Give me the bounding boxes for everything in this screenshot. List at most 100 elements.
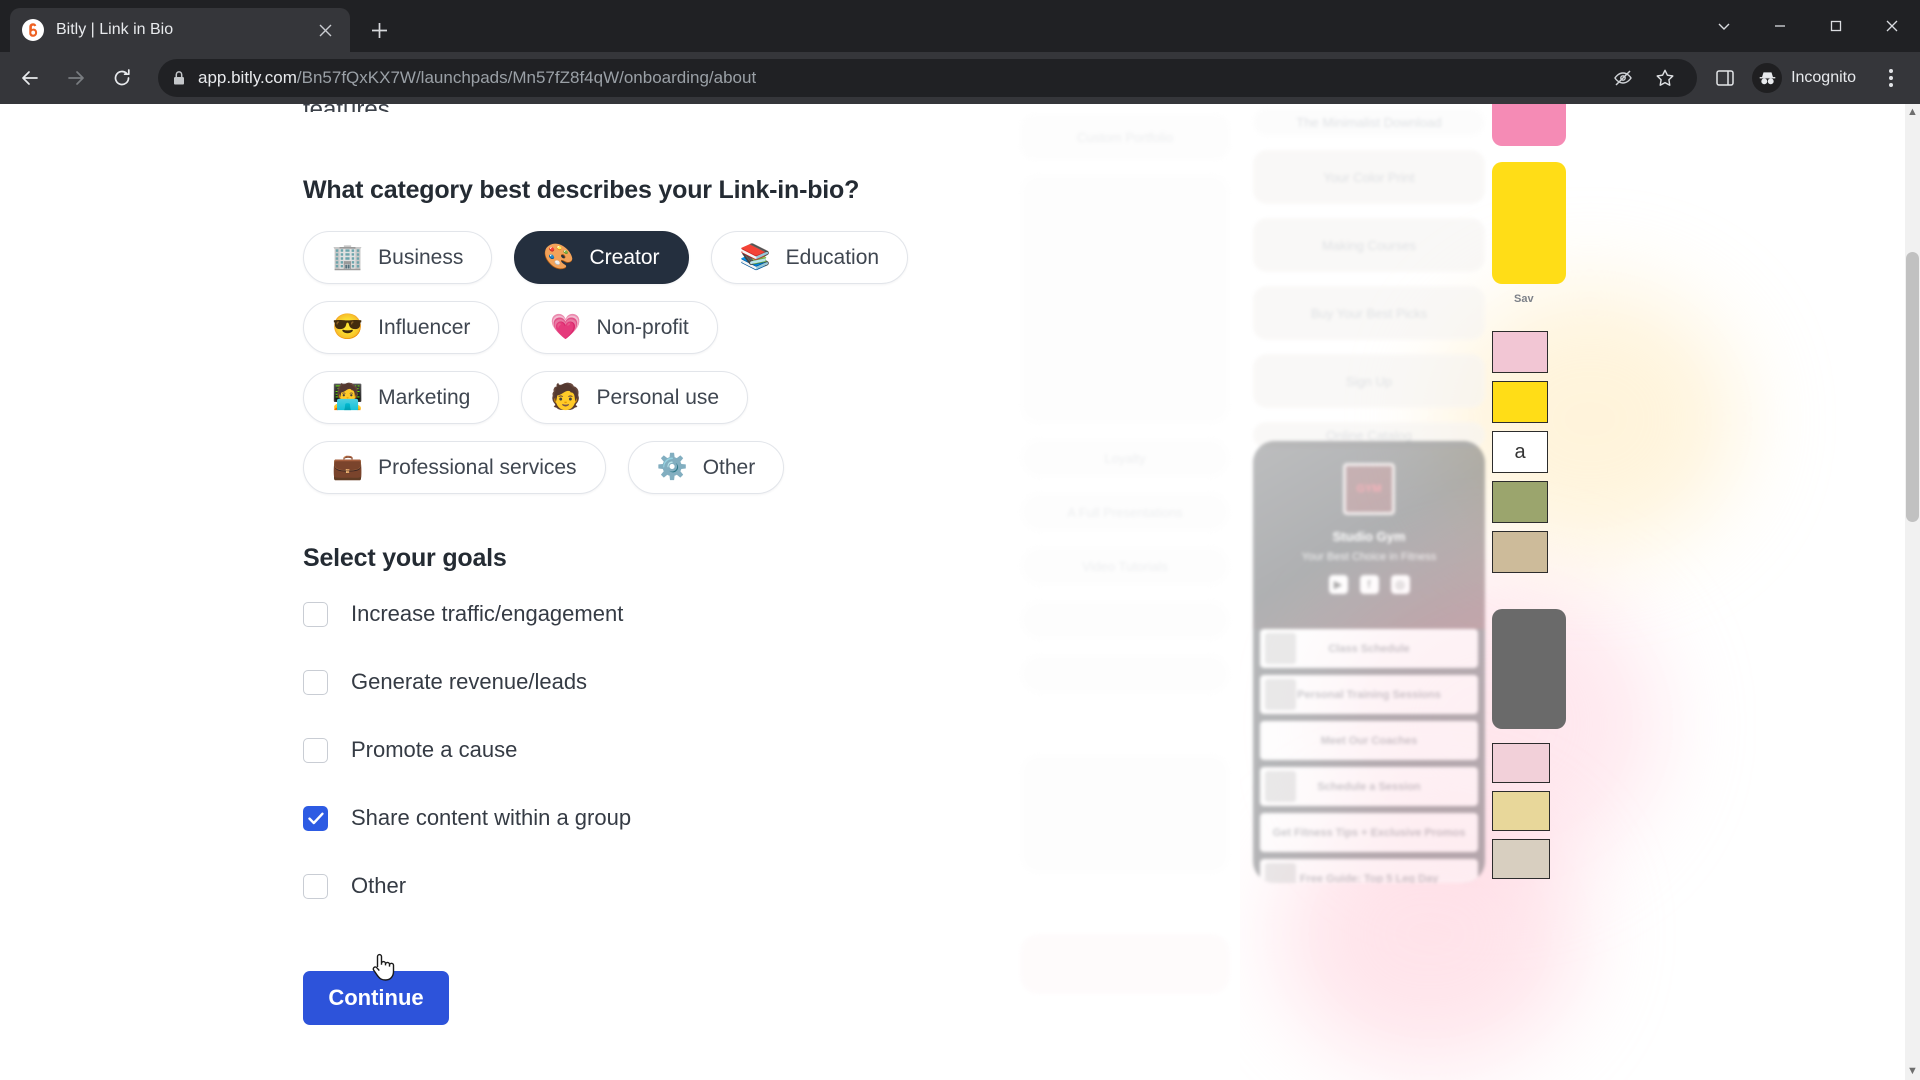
tab-strip: Bitly | Link in Bio [0, 0, 1920, 52]
preview-link-label: Meet Our Coaches [1320, 734, 1418, 747]
checkbox-increase-traffic[interactable] [303, 601, 328, 627]
new-tab-button[interactable] [362, 13, 396, 47]
eye-slash-icon[interactable] [1605, 60, 1641, 96]
chip-row: 🧑‍💻 Marketing 🧑 Personal use [303, 371, 943, 424]
browser-toolbar: app.bitly.com/Bn57fQxKX7W/launchpads/Mn5… [0, 52, 1920, 104]
category-chip-non-profit[interactable]: 💗 Non-profit [521, 301, 718, 354]
list-item: Buy Your Best Picks [1253, 286, 1485, 340]
onboarding-form: features. What category best describes y… [0, 104, 1240, 1025]
goal-row-other[interactable]: Other [303, 867, 1240, 905]
chip-label: Non-profit [596, 315, 689, 339]
thumbnail-image [1492, 104, 1566, 146]
growing-heart-emoji: 💗 [550, 313, 582, 341]
side-panel-icon[interactable] [1707, 60, 1743, 96]
category-chip-education[interactable]: 📚 Education [710, 231, 909, 284]
preview-link: Schedule a Session [1260, 767, 1478, 806]
chip-label: Business [378, 245, 464, 269]
tab-title: Bitly | Link in Bio [56, 21, 174, 38]
goal-row-increase-traffic[interactable]: Increase traffic/engagement [303, 595, 1240, 633]
url-host: app.bitly.com [198, 68, 297, 87]
preview-hero: GYM Studio Gym Your Best Choice in Fitne… [1253, 441, 1485, 629]
reload-icon[interactable] [102, 58, 142, 98]
chip-label: Professional services [378, 455, 577, 479]
books-emoji: 📚 [739, 243, 771, 271]
page-scrollbar-thumb[interactable] [1906, 252, 1919, 522]
three-dots-menu-icon[interactable] [1872, 59, 1910, 97]
page-scrollbar-track[interactable]: ▲ ▼ [1905, 104, 1920, 1080]
goal-label: Share content within a group [351, 805, 632, 830]
preview-tagline: Your Best Choice in Fitness [1301, 551, 1437, 563]
checkbox-share-content[interactable] [303, 805, 328, 831]
thumbnail-item [1492, 791, 1550, 831]
incognito-profile-button[interactable]: Incognito [1747, 59, 1870, 97]
thumbnail-item [1492, 481, 1548, 523]
close-icon[interactable] [312, 17, 338, 43]
preview-link-thumb [1265, 679, 1296, 710]
maximize-icon[interactable] [1808, 0, 1864, 52]
chip-label: Creator [589, 245, 660, 269]
preview-profile-name: Studio Gym [1332, 529, 1406, 544]
preview-link: Personal Training Sessions [1260, 675, 1478, 714]
list-item: Making Courses [1253, 218, 1485, 272]
goal-row-generate-revenue[interactable]: Generate revenue/leads [303, 663, 1240, 701]
goals-title: Select your goals [303, 544, 507, 572]
preview-link: Free Guide: Top 5 Leg Day [1260, 859, 1478, 883]
goal-label: Increase traffic/engagement [351, 601, 624, 626]
minimize-icon[interactable] [1752, 0, 1808, 52]
chip-label: Influencer [378, 315, 471, 339]
category-chip-marketing[interactable]: 🧑‍💻 Marketing [303, 371, 500, 424]
window-close-icon[interactable] [1864, 0, 1920, 52]
preview-link-label: Personal Training Sessions [1297, 688, 1441, 701]
category-chip-creator[interactable]: 🎨 Creator [514, 231, 689, 284]
star-icon[interactable] [1647, 60, 1683, 96]
goal-label: Generate revenue/leads [351, 669, 588, 694]
mouse-cursor-pointer [369, 952, 395, 984]
office-building-emoji: 🏢 [332, 243, 364, 271]
checkbox-generate-revenue[interactable] [303, 669, 328, 695]
browser-window: Bitly | Link in Bio app.bitly.com/Bn57fQ… [0, 0, 1920, 1080]
back-arrow-icon[interactable] [10, 58, 50, 98]
facebook-icon: f [1359, 575, 1379, 594]
preview-link-label: Get Fitness Tips + Exclusive Promos [1272, 826, 1466, 839]
instagram-icon: ◎ [1390, 575, 1410, 594]
browser-tab[interactable]: Bitly | Link in Bio [10, 8, 350, 52]
bitly-logo-icon [22, 19, 44, 41]
page-viewport: The Minimalist Download Your Color Print… [0, 104, 1920, 1080]
category-chip-business[interactable]: 🏢 Business [303, 231, 493, 284]
goal-row-promote-a-cause[interactable]: Promote a cause [303, 731, 1240, 769]
thumbnail-item [1492, 531, 1548, 573]
truncated-paragraph: features. [303, 104, 396, 112]
chevron-down-icon[interactable] [1696, 0, 1752, 52]
scroll-down-arrow-icon[interactable]: ▼ [1907, 1066, 1918, 1077]
thumbnail-item [1492, 743, 1550, 783]
preview-link: Meet Our Coaches [1260, 721, 1478, 760]
preview-logo-icon: GYM [1343, 463, 1395, 515]
category-chip-other[interactable]: ⚙️ Other [627, 441, 785, 494]
category-chip-professional-services[interactable]: 💼 Professional services [303, 441, 606, 494]
amazon-logo-icon: a [1492, 431, 1548, 473]
checkbox-other[interactable] [303, 873, 328, 899]
category-chip-group: 🏢 Business 🎨 Creator 📚 Education 😎 Influ… [303, 231, 943, 494]
preview-link-thumb [1265, 771, 1296, 802]
thumbnail-strip: Sav a [1492, 104, 1572, 879]
goal-label: Promote a cause [351, 737, 518, 762]
checkbox-promote-a-cause[interactable] [303, 737, 328, 763]
preview-social-row: ▶ f ◎ [1328, 575, 1410, 594]
scroll-up-arrow-icon[interactable]: ▲ [1907, 107, 1918, 118]
category-chip-personal-use[interactable]: 🧑 Personal use [521, 371, 749, 424]
category-chip-influencer[interactable]: 😎 Influencer [303, 301, 500, 354]
list-item: Your Color Print [1253, 150, 1485, 204]
goal-label: Other [351, 873, 407, 898]
preview-link-label: Free Guide: Top 5 Leg Day [1299, 872, 1439, 884]
chip-label: Marketing [378, 385, 471, 409]
preview-link: Get Fitness Tips + Exclusive Promos [1260, 813, 1478, 852]
lock-icon [172, 70, 186, 86]
briefcase-emoji: 💼 [332, 453, 364, 481]
forward-arrow-icon[interactable] [56, 58, 96, 98]
goal-row-share-content[interactable]: Share content within a group [303, 799, 1240, 837]
artist-palette-emoji: 🎨 [543, 243, 575, 271]
technologist-emoji: 🧑‍💻 [332, 383, 364, 411]
address-bar[interactable]: app.bitly.com/Bn57fQxKX7W/launchpads/Mn5… [158, 59, 1698, 97]
list-item: Sign Up [1253, 354, 1485, 408]
background-preview-cards: The Minimalist Download Your Color Print… [1253, 104, 1485, 462]
